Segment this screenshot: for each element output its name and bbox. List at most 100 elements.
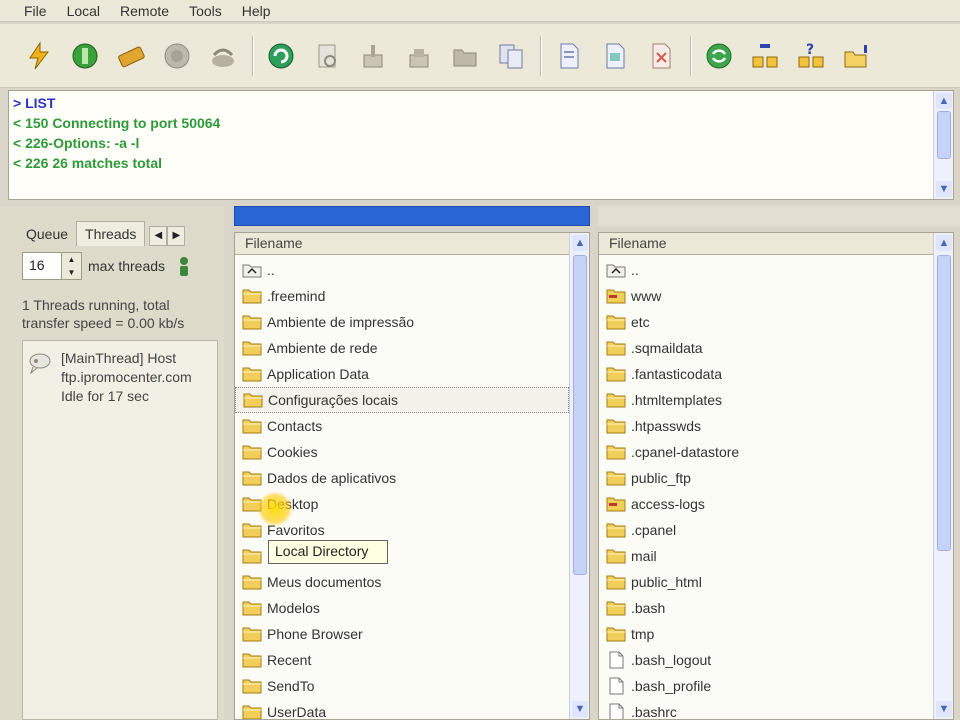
folder-icon xyxy=(242,471,262,486)
list-item[interactable]: .sqmaildata xyxy=(599,335,933,361)
menu-local[interactable]: Local xyxy=(57,2,110,20)
list-item[interactable]: .bash_logout xyxy=(599,647,933,673)
download-icon[interactable] xyxy=(400,34,438,78)
file-name: public_html xyxy=(631,574,702,590)
edit-file-icon[interactable] xyxy=(596,34,634,78)
connect-icon[interactable] xyxy=(20,34,58,78)
list-item[interactable]: .bash_profile xyxy=(599,673,933,699)
scroll-thumb[interactable] xyxy=(937,255,951,551)
max-threads-stepper[interactable]: ▲ ▼ xyxy=(62,252,82,280)
site-manager-icon[interactable] xyxy=(112,34,150,78)
list-item[interactable]: Configurações locais xyxy=(235,387,569,413)
scroll-thumb[interactable] xyxy=(573,255,587,575)
list-item[interactable]: .fantasticodata xyxy=(599,361,933,387)
menu-file[interactable]: File xyxy=(14,2,57,20)
delete-file-icon[interactable] xyxy=(642,34,680,78)
list-item[interactable]: .bash xyxy=(599,595,933,621)
reconnect-icon[interactable] xyxy=(204,34,242,78)
list-item[interactable]: .freemind xyxy=(235,283,569,309)
upload-icon[interactable] xyxy=(354,34,392,78)
list-item[interactable]: www xyxy=(599,283,933,309)
file-name: .bash_profile xyxy=(631,678,712,694)
scroll-down-icon[interactable]: ▼ xyxy=(572,701,588,717)
list-item[interactable]: Ambiente de rede xyxy=(235,335,569,361)
scroll-up-icon[interactable]: ▲ xyxy=(572,235,588,251)
list-item[interactable]: Dados de aplicativos xyxy=(235,465,569,491)
local-scrollbar[interactable]: ▲ ▼ xyxy=(569,233,589,719)
file-name: Meus documentos xyxy=(267,574,382,590)
list-item[interactable]: .cpanel-datastore xyxy=(599,439,933,465)
tab-prev-icon[interactable]: ◀ xyxy=(149,226,168,246)
menu-help[interactable]: Help xyxy=(232,2,281,20)
list-item[interactable]: Ambiente de impressão xyxy=(235,309,569,335)
list-item[interactable]: public_ftp xyxy=(599,465,933,491)
remote-path-bar[interactable] xyxy=(598,206,960,226)
column-header-filename[interactable]: Filename xyxy=(599,233,933,255)
max-threads-input[interactable]: 16 xyxy=(22,252,62,280)
list-item[interactable]: Recent xyxy=(235,647,569,673)
compare-icon[interactable] xyxy=(492,34,530,78)
stepper-down-icon[interactable]: ▼ xyxy=(62,266,81,279)
scroll-thumb[interactable] xyxy=(937,111,951,159)
list-item[interactable]: .htmltemplates xyxy=(599,387,933,413)
quick-connect-icon[interactable] xyxy=(66,34,104,78)
list-item[interactable]: .. xyxy=(235,257,569,283)
tab-queue[interactable]: Queue xyxy=(18,222,76,246)
transfer-queue-icon[interactable] xyxy=(746,34,784,78)
list-item[interactable]: UserData xyxy=(235,699,569,719)
list-item[interactable]: access-logs xyxy=(599,491,933,517)
list-item[interactable]: .. xyxy=(599,257,933,283)
local-file-list[interactable]: .. .freemind Ambiente de impressão Ambiente… xyxy=(235,257,569,719)
local-path-bar[interactable] xyxy=(234,206,590,226)
help-icon[interactable]: ? xyxy=(792,34,830,78)
thread-host: [MainThread] Host xyxy=(61,350,177,366)
local-file-pane[interactable]: Filename .. .freemind Ambiente de impressã… xyxy=(234,232,590,720)
remote-file-list[interactable]: .. www etc .sqmaildata .fantasticodata .htmlt… xyxy=(599,257,933,719)
list-item[interactable]: Phone Browser xyxy=(235,621,569,647)
log-panel[interactable]: > LIST < 150 Connecting to port 50064 < … xyxy=(8,90,954,200)
list-item[interactable]: [MainThread] Host ftp.ipromocenter.com I… xyxy=(23,341,217,414)
tab-threads[interactable]: Threads xyxy=(76,221,146,246)
scroll-up-icon[interactable]: ▲ xyxy=(936,235,952,251)
remote-file-pane[interactable]: Filename .. www etc .sqmaildata .fantasticod… xyxy=(598,232,954,720)
list-item[interactable]: Modelos xyxy=(235,595,569,621)
list-item[interactable]: etc xyxy=(599,309,933,335)
tab-next-icon[interactable]: ▶ xyxy=(167,226,186,246)
scroll-up-icon[interactable]: ▲ xyxy=(936,93,952,109)
list-item[interactable]: tmp xyxy=(599,621,933,647)
list-item[interactable]: public_html xyxy=(599,569,933,595)
file-name: public_ftp xyxy=(631,470,691,486)
file-name: Modelos xyxy=(267,600,320,616)
list-item[interactable]: Application Data xyxy=(235,361,569,387)
scroll-down-icon[interactable]: ▼ xyxy=(936,181,952,197)
menu-tools[interactable]: Tools xyxy=(179,2,232,20)
list-item[interactable]: SendTo xyxy=(235,673,569,699)
file-name: .cpanel-datastore xyxy=(631,444,740,460)
list-item[interactable]: Cookies xyxy=(235,439,569,465)
column-header-filename[interactable]: Filename xyxy=(235,233,569,255)
refresh-icon[interactable] xyxy=(262,34,300,78)
list-item[interactable]: .bashrc xyxy=(599,699,933,719)
file-name: tmp xyxy=(631,626,655,642)
menu-remote[interactable]: Remote xyxy=(110,2,179,20)
file-name: Configurações locais xyxy=(268,392,398,408)
list-item[interactable]: .cpanel xyxy=(599,517,933,543)
scroll-down-icon[interactable]: ▼ xyxy=(936,701,952,717)
list-item[interactable]: Meus documentos xyxy=(235,569,569,595)
remote-scrollbar[interactable]: ▲ ▼ xyxy=(933,233,953,719)
bookmark-icon[interactable] xyxy=(838,34,876,78)
folder-icon xyxy=(242,289,262,304)
list-item[interactable]: .htpasswds xyxy=(599,413,933,439)
sync-icon[interactable] xyxy=(700,34,738,78)
disconnect-icon[interactable] xyxy=(158,34,196,78)
stepper-up-icon[interactable]: ▲ xyxy=(62,253,81,266)
thread-list[interactable]: [MainThread] Host ftp.ipromocenter.com I… xyxy=(22,340,218,720)
person-icon[interactable] xyxy=(175,255,193,277)
log-scrollbar[interactable]: ▲ ▼ xyxy=(933,91,953,199)
view-file-icon[interactable] xyxy=(550,34,588,78)
find-icon[interactable] xyxy=(308,34,346,78)
folder-icon xyxy=(606,575,626,590)
list-item[interactable]: Contacts xyxy=(235,413,569,439)
new-folder-icon[interactable] xyxy=(446,34,484,78)
list-item[interactable]: mail xyxy=(599,543,933,569)
